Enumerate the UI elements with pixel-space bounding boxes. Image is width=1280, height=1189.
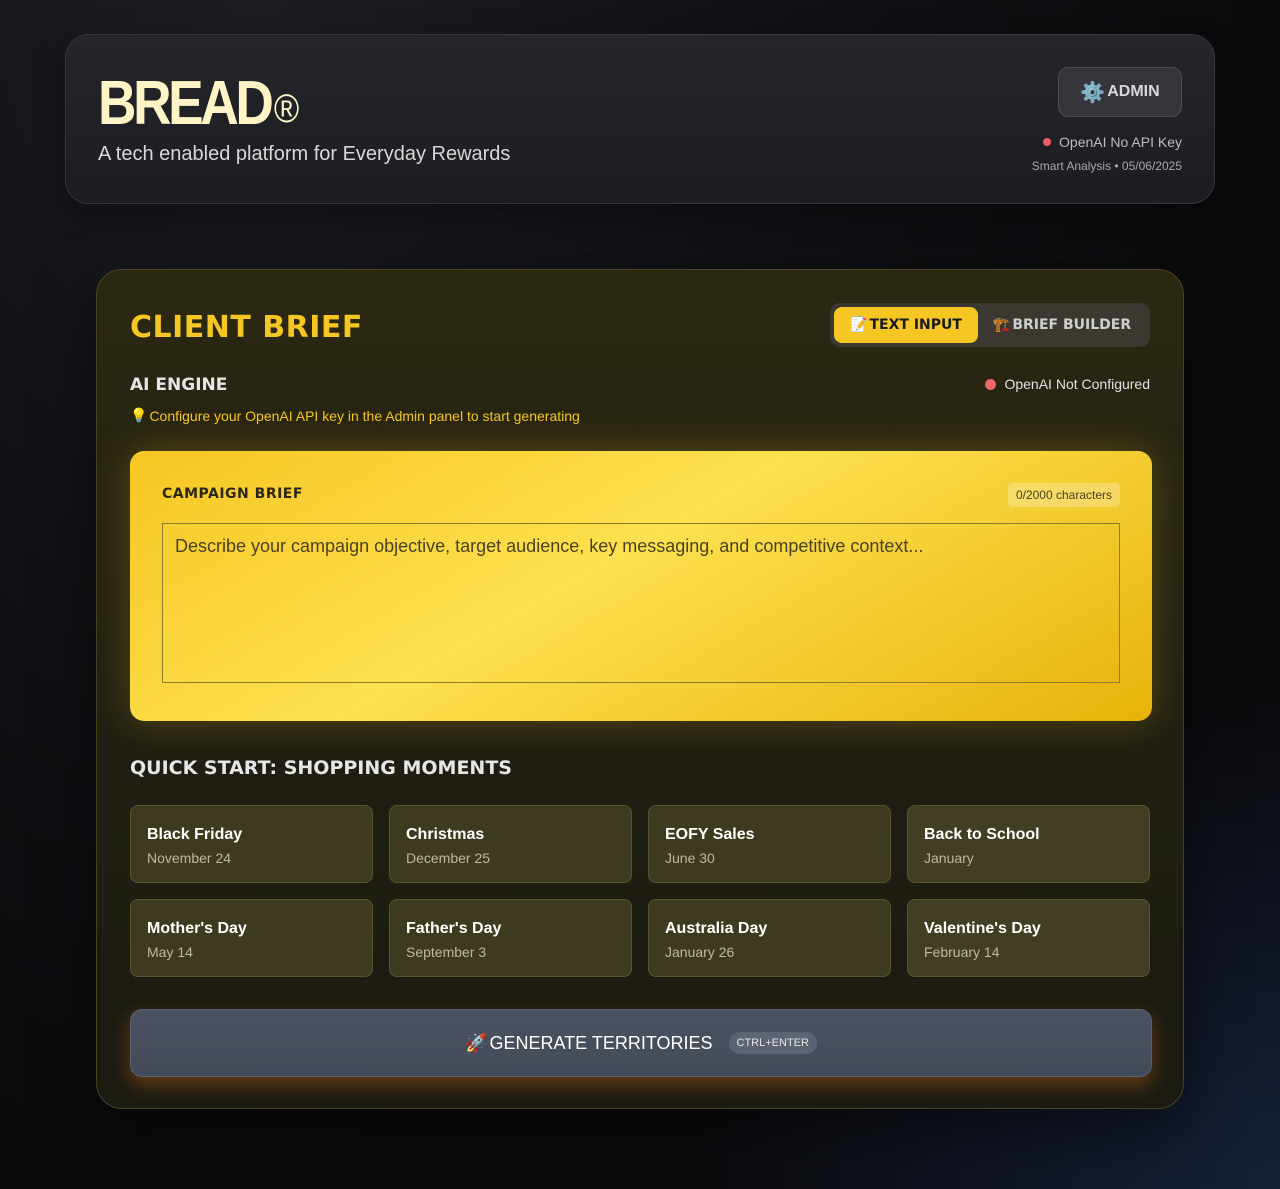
moment-date: June 30 — [665, 850, 715, 866]
campaign-brief-label: CAMPAIGN BRIEF — [162, 486, 303, 502]
moment-date: January 26 — [665, 944, 735, 960]
gear-icon: ⚙️ — [1080, 81, 1106, 104]
tab-label: TEXT INPUT — [869, 317, 962, 333]
brand-logo: BREAD® — [98, 73, 299, 135]
moment-date: January — [924, 850, 974, 866]
client-brief-panel: CLIENT BRIEF 📝 TEXT INPUT 🏗️ BRIEF BUILD… — [96, 269, 1184, 1109]
api-status-text: OpenAI No API Key — [1059, 134, 1182, 150]
api-status: OpenAI No API Key — [1043, 134, 1182, 150]
moment-name: Valentine's Day — [924, 920, 1041, 937]
rocket-icon: 🚀 — [465, 1032, 488, 1053]
moment-card-black-friday[interactable]: Black Friday November 24 — [130, 805, 373, 883]
admin-button[interactable]: ⚙️ ADMIN — [1058, 67, 1182, 117]
moment-name: EOFY Sales — [665, 826, 755, 843]
moment-name: Father's Day — [406, 920, 502, 937]
ai-engine-status: OpenAI Not Configured — [985, 376, 1150, 392]
moment-name: Back to School — [924, 826, 1040, 843]
generate-label: 🚀 GENERATE TERRITORIES — [465, 1033, 712, 1054]
ai-engine-label: AI ENGINE — [130, 375, 228, 395]
lightbulb-icon: 💡 — [130, 407, 148, 423]
moment-card-eofy-sales[interactable]: EOFY Sales June 30 — [648, 805, 891, 883]
smart-analysis-info: Smart Analysis • 05/06/2025 — [1031, 159, 1182, 173]
tab-brief-builder[interactable]: 🏗️ BRIEF BUILDER — [978, 307, 1146, 343]
moment-name: Mother's Day — [147, 920, 247, 937]
ai-status-text: OpenAI Not Configured — [1004, 376, 1150, 392]
moment-card-fathers-day[interactable]: Father's Day September 3 — [389, 899, 632, 977]
app-header: BREAD® A tech enabled platform for Every… — [65, 34, 1215, 204]
generate-territories-button[interactable]: 🚀 GENERATE TERRITORIES CTRL+ENTER — [130, 1009, 1152, 1077]
page-title: CLIENT BRIEF — [130, 310, 363, 345]
moment-date: May 14 — [147, 944, 193, 960]
status-dot-icon — [985, 378, 997, 390]
moment-date: December 25 — [406, 850, 491, 866]
campaign-brief-card: CAMPAIGN BRIEF 0/2000 characters — [130, 451, 1152, 721]
admin-button-label: ADMIN — [1107, 83, 1160, 100]
construction-icon: 🏗️ — [992, 317, 1011, 333]
moment-card-australia-day[interactable]: Australia Day January 26 — [648, 899, 891, 977]
keyboard-shortcut-badge: CTRL+ENTER — [728, 1032, 817, 1054]
tagline: A tech enabled platform for Everyday Rew… — [98, 143, 511, 165]
quick-start-title: QUICK START: SHOPPING MOMENTS — [130, 757, 512, 779]
moment-name: Black Friday — [147, 826, 243, 843]
moment-name: Australia Day — [665, 920, 768, 937]
shopping-moments-grid: Black Friday November 24 Christmas Decem… — [130, 805, 1152, 977]
tab-text-input[interactable]: 📝 TEXT INPUT — [834, 307, 978, 343]
tab-label: BRIEF BUILDER — [1012, 317, 1132, 333]
moment-date: February 14 — [924, 944, 1000, 960]
character-count: 0/2000 characters — [1007, 483, 1120, 507]
input-mode-toggle: 📝 TEXT INPUT 🏗️ BRIEF BUILDER — [830, 303, 1150, 347]
moment-date: September 3 — [406, 944, 487, 960]
moment-date: November 24 — [147, 850, 232, 866]
moment-name: Christmas — [406, 826, 485, 843]
status-dot-icon — [1043, 138, 1052, 146]
brand-name: BREAD — [98, 69, 274, 138]
moment-card-back-to-school[interactable]: Back to School January — [907, 805, 1150, 883]
generate-text: GENERATE TERRITORIES — [489, 1032, 713, 1053]
campaign-brief-input[interactable] — [162, 523, 1120, 683]
moment-card-valentines-day[interactable]: Valentine's Day February 14 — [907, 899, 1150, 977]
memo-icon: 📝 — [850, 317, 868, 333]
moment-card-mothers-day[interactable]: Mother's Day May 14 — [130, 899, 373, 977]
ai-config-hint: 💡 Configure your OpenAI API key in the A… — [130, 407, 580, 424]
hint-text: Configure your OpenAI API key in the Adm… — [149, 407, 580, 424]
registered-mark: ® — [273, 87, 300, 131]
moment-card-christmas[interactable]: Christmas December 25 — [389, 805, 632, 883]
